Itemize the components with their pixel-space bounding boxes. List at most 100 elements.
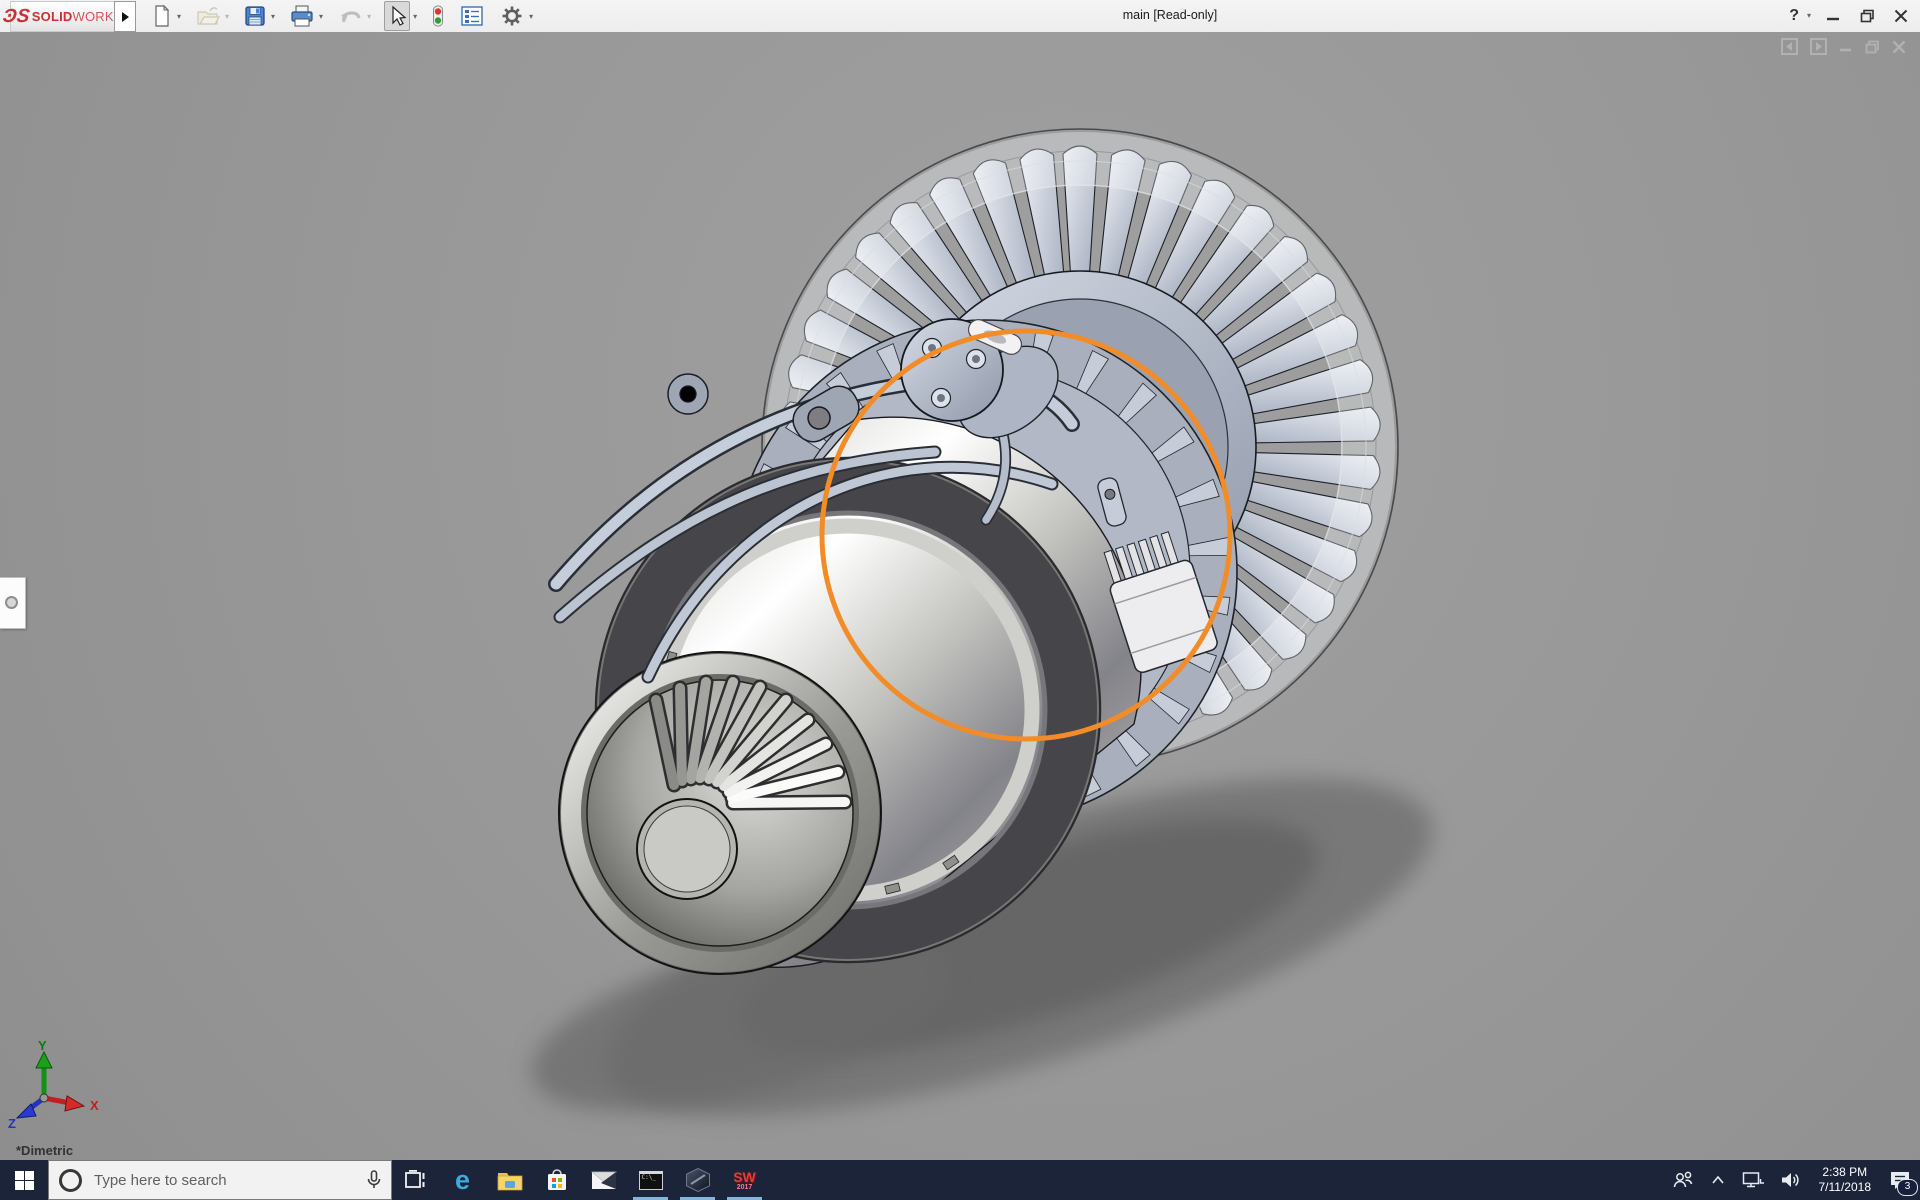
tray-date: 7/11/2018 <box>1819 1180 1872 1195</box>
close-button[interactable] <box>1888 4 1914 28</box>
graphics-viewport[interactable]: Y X Z *Dimetric <box>0 32 1920 1160</box>
brand-bold-text: SOLID <box>32 9 73 24</box>
taskbar-file-explorer[interactable] <box>486 1160 533 1200</box>
select-cursor-icon <box>387 5 407 27</box>
edge-icon: e <box>455 1167 470 1194</box>
undo-arrow-icon <box>338 6 362 26</box>
display-pane-button[interactable] <box>458 2 486 30</box>
open-dropdown-caret[interactable]: ▾ <box>225 12 229 21</box>
solidworks-2017-icon: SW 2017 <box>733 1170 756 1191</box>
pane-left-icon <box>1781 38 1798 55</box>
undo-button[interactable] <box>336 2 364 30</box>
minimize-button[interactable] <box>1820 4 1846 28</box>
minimize-icon <box>1826 9 1840 23</box>
save-floppy-icon <box>244 5 266 27</box>
triad-y-label: Y <box>38 1038 47 1053</box>
document-window-controls <box>1781 38 1906 55</box>
menu-expand-button[interactable] <box>114 1 136 32</box>
taskbar-store[interactable] <box>533 1160 580 1200</box>
doc-close-button[interactable] <box>1892 40 1906 54</box>
quick-access-toolbar: ▾ ▾ ▾ <box>150 0 534 32</box>
jet-engine-model[interactable] <box>0 32 1920 1160</box>
windows-logo-icon <box>15 1171 34 1190</box>
taskbar-edge[interactable]: e <box>439 1160 486 1200</box>
triad-z-label: Z <box>8 1116 16 1130</box>
open-document-button[interactable] <box>194 2 222 30</box>
people-icon <box>1672 1171 1694 1189</box>
notification-badge: 3 <box>1897 1179 1918 1196</box>
title-bar: ϿS SOLIDWORKS ▾ ▾ <box>0 0 1920 33</box>
network-icon <box>1742 1171 1764 1189</box>
show-feature-pane-button[interactable] <box>1781 38 1798 55</box>
help-button[interactable]: ? <box>1789 7 1799 25</box>
options-button[interactable] <box>498 2 526 30</box>
reference-triad: Y X Z <box>4 1038 108 1130</box>
taskbar-search[interactable] <box>48 1160 392 1200</box>
restore-button[interactable] <box>1854 4 1880 28</box>
flyout-arrow-icon <box>121 11 130 23</box>
doc-minimize-button[interactable] <box>1839 40 1853 54</box>
doc-close-icon <box>1892 40 1906 54</box>
search-input[interactable] <box>92 1171 357 1190</box>
save-dropdown-caret[interactable]: ▾ <box>271 12 275 21</box>
doc-minimize-icon <box>1839 40 1853 54</box>
triad-x-label: X <box>90 1098 99 1113</box>
tray-time: 2:38 PM <box>1822 1165 1867 1180</box>
lifting-lug-small[interactable] <box>668 374 708 414</box>
network-button[interactable] <box>1737 1160 1769 1200</box>
store-icon <box>546 1169 568 1191</box>
new-document-button[interactable] <box>150 2 174 30</box>
gear-icon <box>500 4 524 28</box>
system-tray: 2:38 PM 7/11/2018 3 <box>1667 1160 1920 1200</box>
restore-icon <box>1860 9 1875 23</box>
mail-icon <box>591 1171 617 1190</box>
select-dropdown-caret[interactable]: ▾ <box>413 12 417 21</box>
pane-right-icon <box>1810 38 1827 55</box>
volume-button[interactable] <box>1776 1160 1806 1200</box>
new-dropdown-caret[interactable]: ▾ <box>177 12 181 21</box>
print-dropdown-caret[interactable]: ▾ <box>319 12 323 21</box>
open-folder-icon <box>196 5 220 27</box>
taskbar-mail[interactable] <box>580 1160 627 1200</box>
stoplight-icon <box>432 4 444 28</box>
select-tool-button[interactable] <box>384 1 410 31</box>
taskbar-solidworks[interactable]: SW 2017 <box>721 1160 768 1200</box>
people-button[interactable] <box>1667 1160 1699 1200</box>
collapsed-panel-tab[interactable] <box>0 577 26 629</box>
windows-taskbar: e C:\_ SW <box>0 1160 1920 1200</box>
markup-stoplight-button[interactable] <box>430 2 446 30</box>
tray-overflow-button[interactable] <box>1706 1160 1730 1200</box>
microphone-icon[interactable] <box>367 1170 381 1190</box>
doc-restore-icon <box>1865 40 1880 54</box>
print-button[interactable] <box>288 2 316 30</box>
hexagon-app-icon <box>685 1168 711 1192</box>
save-button[interactable] <box>242 2 268 30</box>
volume-icon <box>1781 1171 1801 1189</box>
window-controls: ? ▾ <box>1789 0 1914 31</box>
start-button[interactable] <box>0 1160 48 1200</box>
document-title: main [Read-only] <box>1040 0 1300 31</box>
ds-swoosh-icon: ϿS <box>2 6 31 28</box>
chevron-up-icon <box>1711 1175 1725 1185</box>
solidworks-logo[interactable]: ϿS SOLIDWORKS <box>10 1 116 32</box>
command-prompt-icon: C:\_ <box>639 1171 663 1190</box>
clock[interactable]: 2:38 PM 7/11/2018 <box>1813 1160 1878 1200</box>
close-icon <box>1894 9 1908 23</box>
taskbar-command-prompt[interactable]: C:\_ <box>627 1160 674 1200</box>
show-task-pane-button[interactable] <box>1810 38 1827 55</box>
cortana-icon <box>59 1169 82 1192</box>
taskbar-hexagon-app[interactable] <box>674 1160 721 1200</box>
help-dropdown-caret[interactable]: ▾ <box>1807 11 1811 20</box>
doc-restore-button[interactable] <box>1865 40 1880 54</box>
file-explorer-icon <box>497 1170 523 1191</box>
options-dropdown-caret[interactable]: ▾ <box>529 12 533 21</box>
undo-dropdown-caret[interactable]: ▾ <box>367 12 371 21</box>
new-document-icon <box>152 4 172 28</box>
action-center-button[interactable]: 3 <box>1884 1160 1916 1200</box>
display-pane-icon <box>460 5 484 27</box>
task-view-button[interactable] <box>392 1160 439 1200</box>
front-nose-assembly[interactable] <box>559 652 881 974</box>
view-orientation-label: *Dimetric <box>16 1143 73 1158</box>
task-view-icon <box>405 1170 427 1190</box>
panel-tab-icon <box>5 596 18 609</box>
